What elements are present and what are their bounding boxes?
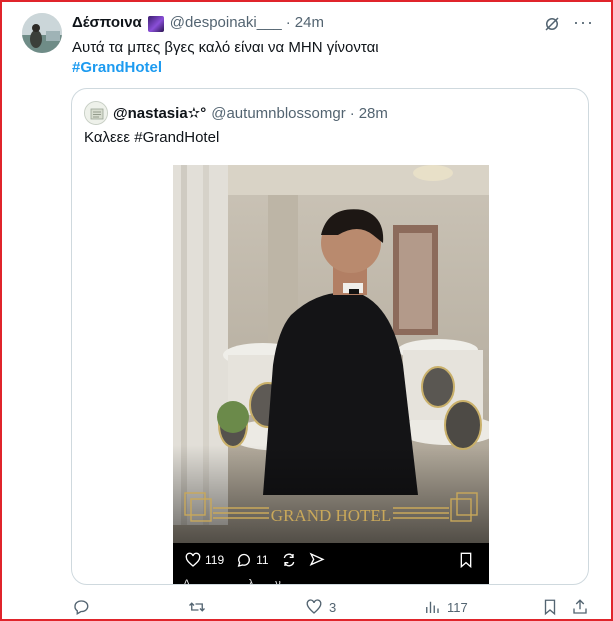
quoted-name[interactable]: @nastasia✫° <box>113 104 206 122</box>
bookmark-icon <box>544 599 556 616</box>
bookmark-button[interactable] <box>541 598 559 616</box>
like-button[interactable]: 3 <box>305 598 336 616</box>
story-comment-icon[interactable] <box>236 552 252 568</box>
story-like-icon[interactable] <box>185 552 201 568</box>
story-send-icon[interactable] <box>309 552 325 568</box>
quoted-handle[interactable]: @autumnblossomgr <box>211 105 345 122</box>
views-count: 117 <box>447 599 468 615</box>
reply-icon <box>74 600 89 615</box>
share-button[interactable] <box>571 598 589 616</box>
retweet-icon <box>189 602 205 612</box>
story-caption-partial: Δ... ... ... ... ...λ... ...ν <box>183 578 281 585</box>
tweet-time[interactable]: 24m <box>295 14 324 31</box>
grand-hotel-logo: GRAND HOTEL <box>271 506 391 525</box>
separator-dot: · <box>285 14 291 31</box>
tweet-header: Δέσποινα @despoinaki___ · 24m <box>72 14 324 32</box>
story-save-icon[interactable] <box>459 552 473 568</box>
hashtag-link[interactable]: #GrandHotel <box>72 58 162 78</box>
quoted-header: @nastasia✫° @autumnblossomgr · 28m <box>113 104 388 123</box>
retweet-button[interactable] <box>188 598 212 616</box>
more-icon[interactable]: ··· <box>573 12 594 33</box>
author-handle[interactable]: @despoinaki___ <box>170 14 282 31</box>
story-like-count: 119 <box>205 553 225 567</box>
like-icon <box>306 599 322 614</box>
views-button[interactable]: 117 <box>423 598 468 616</box>
quoted-media-image[interactable]: GRAND HOTEL 119 11 Δ... ... ... ... ...λ… <box>173 165 489 585</box>
quoted-time[interactable]: 28m <box>359 105 388 122</box>
tweet-text: Αυτά τα μπες βγες καλό είναι να ΜΗΝ γίνο… <box>72 39 379 56</box>
quoted-avatar[interactable] <box>84 101 108 125</box>
story-repost-icon[interactable] <box>281 552 297 568</box>
share-icon <box>573 599 587 614</box>
author-avatar[interactable] <box>22 13 62 53</box>
views-icon <box>426 601 439 613</box>
quoted-separator-dot: · <box>349 104 355 122</box>
story-comment-count: 11 <box>256 553 269 567</box>
grok-icon[interactable] <box>543 15 561 33</box>
quoted-tweet[interactable]: @nastasia✫° @autumnblossomgr · 28m Καλεε… <box>71 88 589 585</box>
galaxy-emoji-icon <box>147 15 164 32</box>
quoted-text: Καλεεε #GrandHotel <box>84 129 220 146</box>
reply-button[interactable] <box>72 598 96 616</box>
like-count: 3 <box>329 599 337 615</box>
story-actions: 119 11 <box>185 552 325 568</box>
author-name[interactable]: Δέσποινα <box>72 14 142 31</box>
